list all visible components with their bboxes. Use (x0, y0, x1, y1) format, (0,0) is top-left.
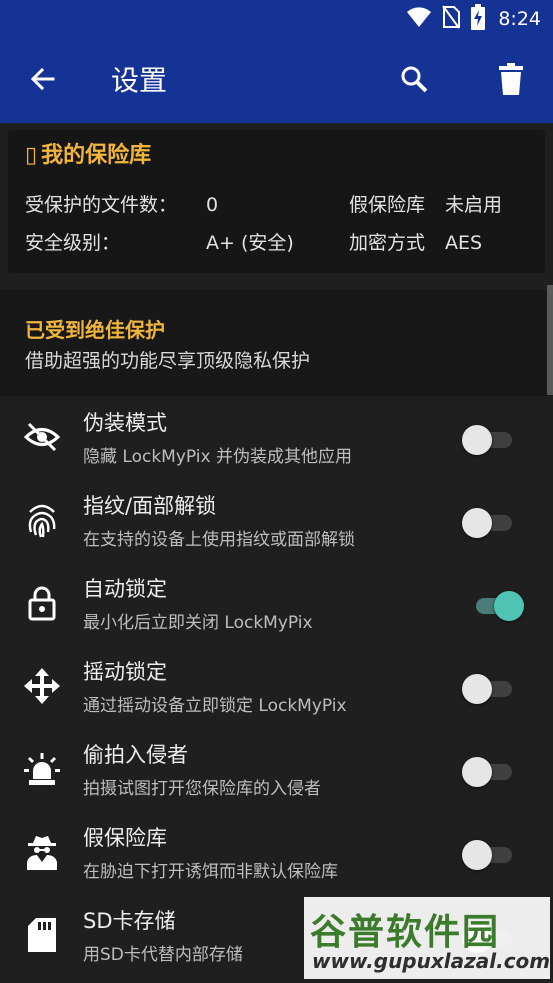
fake-vault-label: 假保险库 (349, 194, 426, 216)
setting-label: 假保险库 (83, 826, 167, 850)
protection-banner: 已受到绝佳保护 借助超强的功能尽享顶级隐私保护 (0, 290, 553, 396)
protected-files-label: 受保护的文件数： (25, 194, 178, 216)
encryption-value: AES (445, 232, 483, 254)
arrow-back-icon (29, 65, 57, 97)
shake-lock-toggle[interactable] (462, 673, 514, 704)
banner-title: 已受到绝佳保护 (25, 318, 165, 342)
vault-icon: ▯ (25, 143, 38, 168)
no-sim-icon (442, 5, 461, 33)
app-bar: 设置 (0, 38, 553, 123)
setting-row-intruder-selfie[interactable]: 偷拍入侵者 拍摄试图打开您保险库的入侵者 (0, 729, 553, 812)
watermark-url: www.gupuxlazal.com (312, 949, 551, 973)
fingerprint-unlock-toggle[interactable] (462, 507, 514, 538)
setting-row-disguise-mode[interactable]: 伪装模式 隐藏 LockMyPix 并伪装成其他应用 (0, 397, 553, 480)
battery-charging-icon (470, 4, 486, 34)
status-icons: 8:24 (406, 4, 541, 34)
delete-button[interactable] (490, 60, 532, 102)
setting-label: 偷拍入侵者 (83, 743, 188, 767)
status-time: 8:24 (498, 8, 541, 30)
setting-description: 拍摄试图打开您保险库的入侵者 (83, 779, 321, 799)
setting-row-fake-vault[interactable]: 假保险库 在胁迫下打开诱饵而非默认保险库 (0, 812, 553, 895)
setting-description: 通过摇动设备立即锁定 LockMyPix (83, 696, 347, 716)
encryption-label: 加密方式 (349, 232, 426, 254)
setting-row-auto-lock[interactable]: 自动锁定 最小化后立即关闭 LockMyPix (0, 563, 553, 646)
vault-summary-card[interactable]: ▯ 我的保险库 受保护的文件数： 0 假保险库 未启用 安全级别： A+ (安全)… (8, 130, 545, 273)
watermark: 谷普软件园 www.gupuxlazal.com (304, 897, 550, 979)
search-icon (400, 65, 428, 97)
sd-card-icon (22, 915, 62, 955)
setting-row-fingerprint-unlock[interactable]: 指纹/面部解锁 在支持的设备上使用指纹或面部解锁 (0, 480, 553, 563)
setting-description: 隐藏 LockMyPix 并伪装成其他应用 (83, 447, 352, 467)
disguise-mode-toggle[interactable] (462, 424, 514, 455)
setting-row-shake-lock[interactable]: 摇动锁定 通过摇动设备立即锁定 LockMyPix (0, 646, 553, 729)
security-level-value: A+ (安全) (206, 232, 294, 254)
back-button[interactable] (22, 60, 64, 102)
status-bar: 8:24 (0, 0, 553, 38)
scrollbar-thumb[interactable] (547, 285, 553, 395)
fingerprint-icon (22, 500, 62, 540)
setting-description: 用SD卡代替内部存储 (83, 945, 243, 965)
protected-files-value: 0 (206, 194, 219, 216)
spy-icon (22, 832, 62, 872)
setting-description: 最小化后立即关闭 LockMyPix (83, 613, 313, 633)
setting-label: 摇动锁定 (83, 660, 167, 684)
setting-label: 自动锁定 (83, 577, 167, 601)
intruder-selfie-toggle[interactable] (462, 756, 514, 787)
fake-vault-value: 未启用 (445, 194, 503, 216)
banner-subtitle: 借助超强的功能尽享顶级隐私保护 (25, 350, 311, 372)
security-level-label: 安全级别： (25, 232, 121, 254)
move-arrows-icon (22, 666, 62, 706)
wifi-icon (406, 6, 432, 32)
vault-title-text: 我的保险库 (41, 143, 152, 168)
auto-lock-toggle[interactable] (476, 590, 528, 621)
search-button[interactable] (393, 60, 435, 102)
setting-description: 在胁迫下打开诱饵而非默认保险库 (83, 862, 338, 882)
lock-icon (22, 583, 62, 623)
setting-label: 伪装模式 (83, 411, 167, 435)
setting-description: 在支持的设备上使用指纹或面部解锁 (83, 530, 355, 550)
alarm-light-icon (22, 749, 62, 789)
watermark-title: 谷普软件园 (310, 912, 501, 953)
setting-label: SD卡存储 (83, 909, 176, 933)
vault-title: ▯ 我的保险库 (25, 140, 151, 172)
page-title: 设置 (111, 64, 168, 97)
setting-label: 指纹/面部解锁 (83, 494, 217, 518)
eye-off-icon (22, 417, 62, 457)
fake-vault-toggle[interactable] (462, 839, 514, 870)
delete-icon (498, 63, 524, 99)
